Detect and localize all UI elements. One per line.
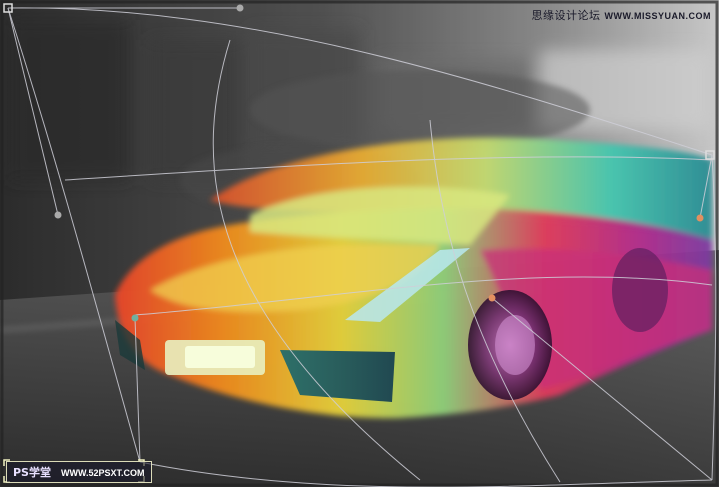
warp-handle-right[interactable] (696, 214, 704, 222)
ps-watermark: PS学堂 WWW.52PSXT.COM (6, 461, 152, 483)
ps-watermark-title: PS学堂 (13, 466, 51, 479)
forum-watermark-url: WWW.MISSYUAN.COM (604, 11, 711, 21)
forum-watermark: 思缘设计论坛 WWW.MISSYUAN.COM (532, 7, 712, 23)
ps-watermark-url: WWW.52PSXT.COM (60, 468, 145, 478)
warp-handle-wheel[interactable] (488, 294, 496, 302)
warp-handle-bumper[interactable] (131, 314, 139, 322)
forum-watermark-title: 思缘设计论坛 (531, 9, 601, 22)
warp-handle-left[interactable] (54, 211, 62, 219)
warp-handle-top[interactable] (236, 4, 244, 12)
scene-image (0, 0, 719, 487)
warp-canvas: 思缘设计论坛 WWW.MISSYUAN.COM PS学堂 WWW.52PSXT.CO… (0, 0, 719, 487)
